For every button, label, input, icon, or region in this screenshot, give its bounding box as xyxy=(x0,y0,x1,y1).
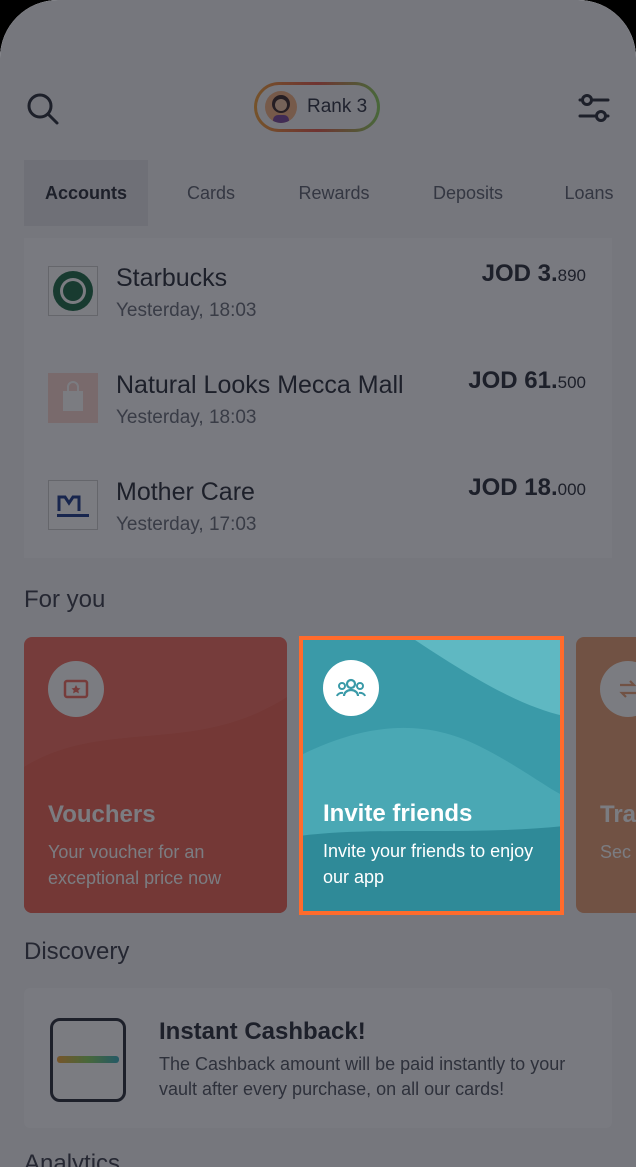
transaction-amount: JOD 61.500 xyxy=(468,367,586,395)
transaction-time: Yesterday, 17:03 xyxy=(116,514,257,535)
transaction-time: Yesterday, 18:03 xyxy=(116,300,257,321)
rank-badge[interactable]: Rank 3 xyxy=(254,82,380,132)
discovery-card[interactable]: Instant Cashback! The Cashback amount wi… xyxy=(24,988,612,1128)
search-icon[interactable] xyxy=(24,90,64,130)
amount-decimals: 500 xyxy=(557,373,586,392)
tab-deposits[interactable]: Deposits xyxy=(416,160,520,226)
amount-decimals: 890 xyxy=(557,266,586,285)
promo-card-invite-friends[interactable]: Invite friends Invite your friends to en… xyxy=(299,636,564,915)
merchant-name: Natural Looks Mecca Mall xyxy=(116,371,404,399)
transaction-row[interactable]: Starbucks Yesterday, 18:03 JOD 3.890 xyxy=(24,238,612,338)
promo-subtitle: Your voucher for an exceptional price no… xyxy=(48,842,222,888)
tab-cards[interactable]: Cards xyxy=(170,160,252,226)
promo-title: Tra xyxy=(600,801,636,828)
transaction-amount: JOD 18.000 xyxy=(468,474,586,502)
promo-card-vouchers[interactable]: Vouchers Your voucher for an exceptional… xyxy=(24,637,287,913)
merchant-name: Starbucks xyxy=(116,264,228,292)
tab-accounts[interactable]: Accounts xyxy=(24,160,148,226)
transaction-row[interactable]: Mother Care Yesterday, 17:03 JOD 18.000 xyxy=(24,452,612,552)
cashback-bar xyxy=(57,1056,119,1063)
tab-rewards[interactable]: Rewards xyxy=(284,160,384,226)
merchant-name: Mother Care xyxy=(116,478,255,506)
rank-label: Rank 3 xyxy=(307,96,368,117)
amount-decimals: 000 xyxy=(557,480,586,499)
promo-subtitle: Sec noth xyxy=(600,842,636,862)
transaction-time: Yesterday, 18:03 xyxy=(116,407,257,428)
top-bar: Rank 3 Accounts Cards Rewards Deposits L… xyxy=(0,0,636,238)
section-title-discovery: Discovery xyxy=(24,938,130,965)
tab-loans[interactable]: Loans xyxy=(552,160,626,226)
group-icon xyxy=(323,660,379,716)
shopping-bag-icon xyxy=(48,373,98,423)
phone-illustration-icon xyxy=(50,1018,126,1102)
promo-title: Vouchers xyxy=(48,801,156,828)
transaction-row[interactable]: Natural Looks Mecca Mall Yesterday, 18:0… xyxy=(24,345,612,445)
transfer-icon xyxy=(600,661,636,717)
app-screen: Starbucks Yesterday, 18:03 JOD 3.890 Nat… xyxy=(0,0,636,1167)
promo-subtitle: Invite your friends to enjoy our app xyxy=(323,841,534,887)
avatar xyxy=(265,91,297,123)
section-title-analytics: Analytics xyxy=(24,1150,121,1167)
mothercare-logo xyxy=(48,480,98,530)
promo-card-transfer[interactable]: Tra Sec noth xyxy=(576,637,636,913)
discovery-card-title: Instant Cashback! xyxy=(159,1018,366,1045)
voucher-icon xyxy=(48,661,104,717)
discovery-card-text: The Cashback amount will be paid instant… xyxy=(159,1054,566,1099)
transactions-card: Starbucks Yesterday, 18:03 JOD 3.890 Nat… xyxy=(24,238,612,558)
amount-main: JOD 61. xyxy=(468,367,558,394)
section-title-for-you: For you xyxy=(24,586,106,613)
amount-main: JOD 3. xyxy=(481,260,558,287)
tab-bar: Accounts Cards Rewards Deposits Loans xyxy=(0,160,636,226)
filter-icon[interactable] xyxy=(574,88,614,128)
transaction-amount: JOD 3.890 xyxy=(482,260,586,288)
starbucks-logo xyxy=(48,266,98,316)
amount-main: JOD 18. xyxy=(468,474,558,501)
promo-title: Invite friends xyxy=(323,800,473,827)
